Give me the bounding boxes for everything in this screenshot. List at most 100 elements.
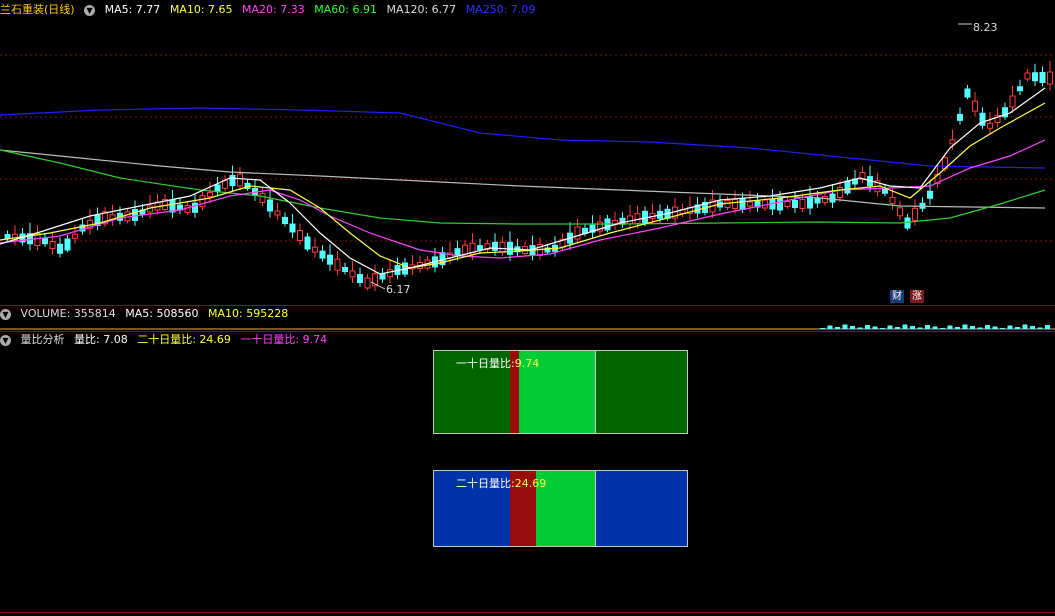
candle-body	[214, 184, 221, 192]
ratio10-value: 一十日量比: 9.74	[240, 333, 328, 346]
candle-body	[364, 277, 371, 289]
volume-bar	[917, 327, 923, 329]
volume-ma5: MA5: 508560	[125, 307, 199, 320]
candle-body	[627, 215, 633, 225]
candle-body	[889, 197, 896, 204]
candle-body	[492, 241, 498, 251]
candle-body	[282, 217, 288, 224]
volume-bar	[970, 326, 975, 329]
price-high-label: 8.23	[958, 21, 998, 34]
volume-bar	[1007, 325, 1013, 329]
candles	[4, 61, 1053, 292]
volume-bar	[872, 326, 878, 329]
ma250-value: MA250: 7.09	[465, 3, 536, 16]
volume-bar	[865, 325, 870, 329]
candle-body	[289, 223, 296, 233]
volume-bar	[977, 327, 983, 329]
volume-bars	[820, 324, 1050, 329]
stock-name[interactable]: 兰石重装(日线)	[0, 3, 75, 16]
volume-bar	[955, 327, 960, 329]
candle-body	[574, 226, 581, 240]
candle-body	[49, 241, 56, 249]
candle-body	[897, 207, 903, 217]
rise-badge[interactable]: 涨	[910, 290, 924, 303]
volume-bar	[895, 327, 900, 329]
bottom-axis-line	[0, 612, 1055, 613]
volume-bar	[985, 325, 990, 329]
candle-body	[799, 199, 806, 209]
ratio20-divider	[595, 471, 596, 546]
candle-body	[267, 199, 273, 212]
candle-body	[987, 122, 993, 129]
candle-body	[777, 197, 783, 211]
volume-bar	[1045, 325, 1050, 329]
ma20-value: MA20: 7.33	[242, 3, 305, 16]
volume-bar	[962, 324, 968, 329]
ma20-line	[0, 139, 1046, 259]
volume-bar	[887, 325, 893, 329]
ratio10-box-label: 一十日量比:9.74	[456, 355, 539, 371]
candle-body	[784, 201, 791, 207]
candle-body	[304, 236, 311, 250]
volume-bar	[857, 327, 863, 329]
candle-body	[462, 244, 468, 255]
volume-chart[interactable]	[0, 322, 1055, 331]
volume-bar	[1015, 327, 1020, 329]
candle-body	[334, 258, 341, 271]
candle-body	[964, 88, 971, 98]
candle-body	[319, 250, 326, 259]
candle-body	[274, 210, 281, 216]
volume-bar	[1000, 328, 1005, 329]
ratio10-label-text: 一十日量比:	[456, 357, 515, 370]
volume-bar	[925, 325, 930, 329]
chevron-down-icon[interactable]: ▼	[0, 308, 11, 320]
chevron-down-icon[interactable]: ▼	[0, 334, 11, 346]
ma120-value: MA120: 6.77	[386, 3, 457, 16]
candle-body	[379, 273, 386, 280]
volume-bar	[880, 328, 885, 329]
ratio10-divider	[595, 351, 596, 433]
candle-body	[199, 195, 206, 208]
candle-body	[477, 245, 483, 251]
candle-body	[4, 234, 11, 239]
candle-body	[237, 173, 243, 187]
ratio20-box: 二十日量比:24.69	[433, 470, 688, 547]
candle-body	[972, 100, 978, 112]
indicator-name[interactable]: 量比分析	[21, 333, 65, 346]
candle-body	[822, 196, 828, 203]
ratio20-label-text: 二十日量比:	[456, 477, 515, 490]
candle-body	[297, 230, 303, 241]
ma60-value: MA60: 6.91	[314, 3, 377, 16]
volume-bar	[910, 326, 915, 329]
candle-body	[229, 175, 236, 186]
candle-body	[979, 112, 986, 126]
candle-body	[814, 198, 821, 204]
ratio-value: 量比: 7.08	[74, 333, 128, 346]
candle-body	[739, 198, 746, 210]
volume-bar	[902, 324, 908, 329]
candle-body	[1024, 72, 1031, 80]
candle-body	[927, 190, 933, 199]
volume-bar	[1030, 326, 1035, 329]
candle-body	[357, 274, 363, 283]
candle-body	[1017, 86, 1023, 92]
volume-value: VOLUME: 355814	[20, 307, 116, 320]
candle-body	[792, 200, 798, 208]
candle-body	[912, 207, 918, 221]
ratio20-value: 二十日量比: 24.69	[137, 333, 231, 346]
candle-body	[882, 188, 888, 194]
candle-body	[327, 254, 333, 265]
ratio10-label-value: 9.74	[514, 357, 540, 370]
candle-body	[499, 241, 506, 253]
candle-body	[949, 139, 956, 145]
candle-body	[312, 246, 318, 253]
candle-body	[72, 233, 78, 239]
chevron-down-icon[interactable]: ▼	[84, 4, 96, 16]
candle-body	[732, 199, 738, 209]
candlestick-chart[interactable]: 8.23 6.17	[0, 18, 1055, 306]
candle-body	[132, 209, 138, 221]
candle-body	[747, 201, 753, 207]
finance-badge[interactable]: 财	[890, 290, 904, 303]
ratio10-box: 一十日量比:9.74	[433, 350, 688, 434]
volume-bar	[992, 326, 998, 329]
